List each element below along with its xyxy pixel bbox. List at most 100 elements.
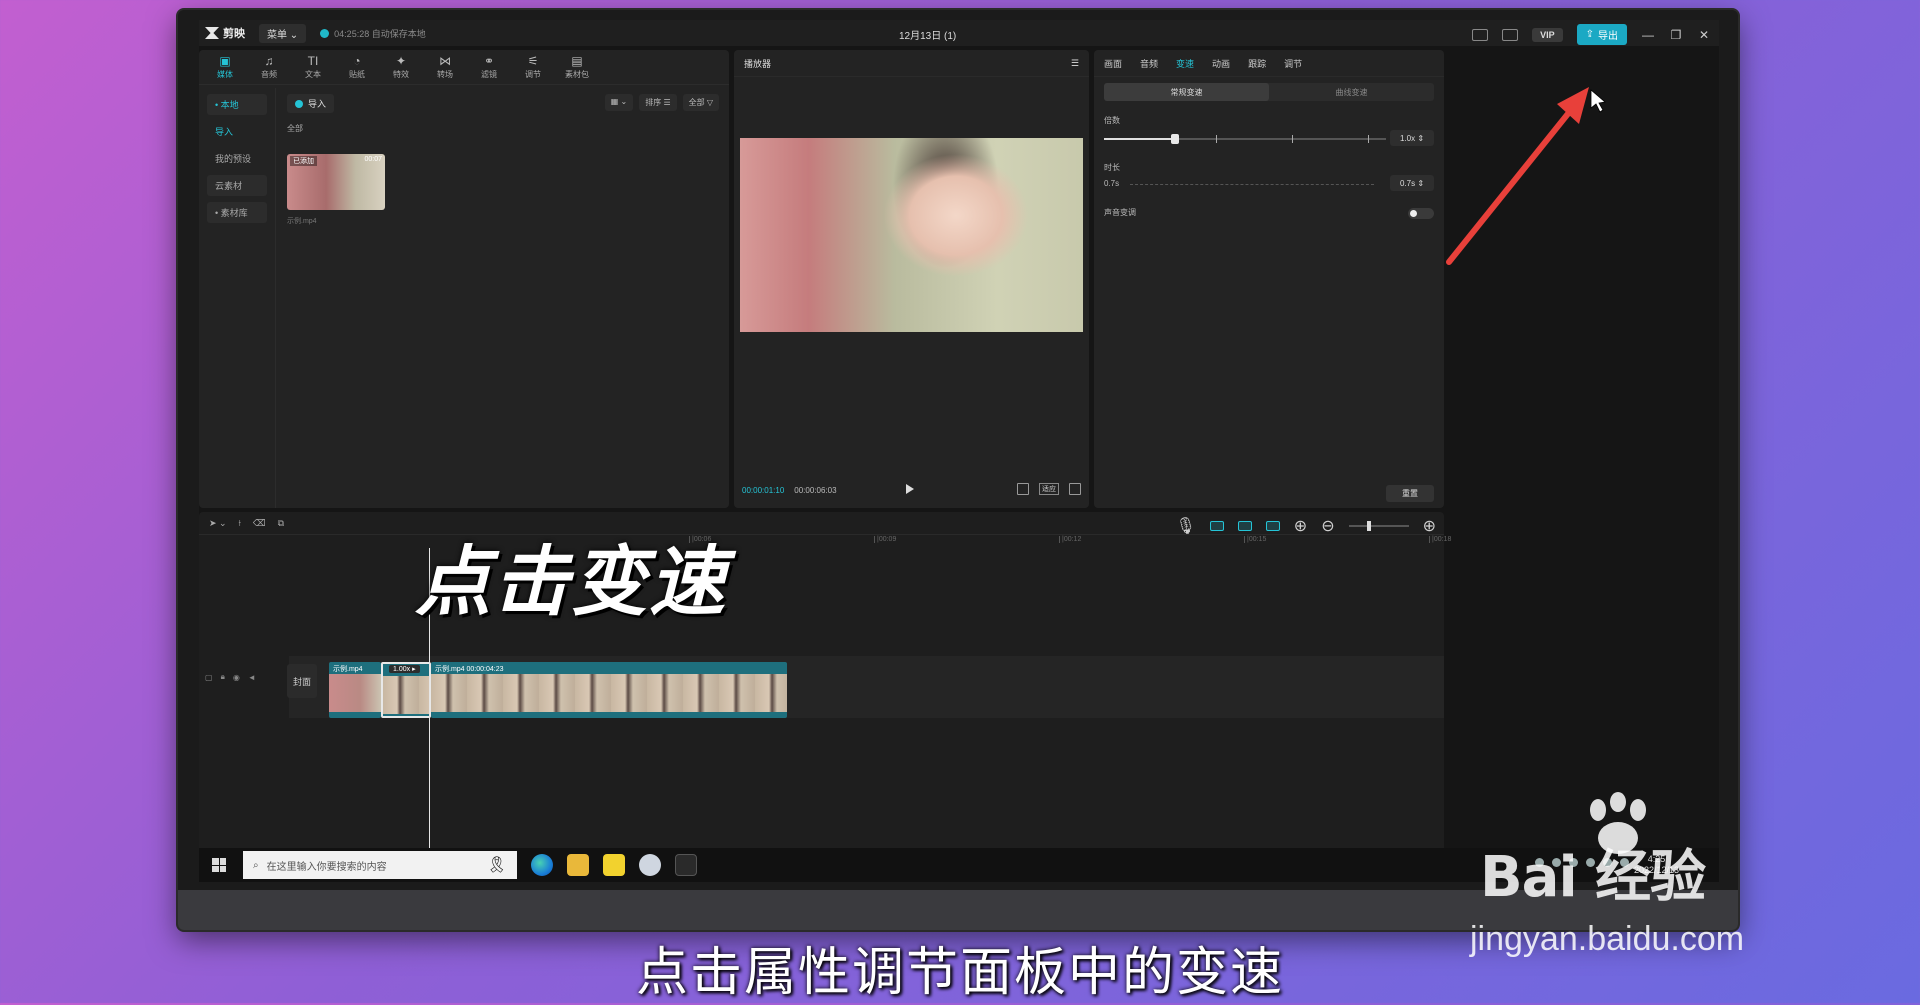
- edge-icon[interactable]: [531, 854, 553, 876]
- video-preview[interactable]: [740, 138, 1083, 332]
- search-placeholder: 在这里输入你要搜索的内容: [266, 861, 387, 873]
- minimize-icon[interactable]: —: [1641, 28, 1655, 42]
- media-thumbnail[interactable]: 已添加 00:07: [287, 154, 385, 210]
- zoom-slider[interactable]: [1348, 521, 1409, 531]
- tool-audio[interactable]: ♫ 音频: [249, 52, 289, 82]
- tool-text[interactable]: TI 文本: [293, 52, 333, 82]
- screenshot-icon[interactable]: [1017, 483, 1029, 495]
- speed-slider-row: 1.0x ⇕: [1104, 130, 1434, 148]
- microphone-icon[interactable]: 🎙: [1175, 516, 1195, 536]
- track-lock-icon[interactable]: ▢: [205, 673, 213, 682]
- preview-axis-icon[interactable]: [1265, 521, 1280, 531]
- clip-frames: [431, 674, 787, 712]
- sticky-notes-icon[interactable]: [603, 854, 625, 876]
- sidebar-item-presets[interactable]: 我的预设: [207, 148, 267, 169]
- filter-button[interactable]: 全部 ▽: [682, 94, 719, 111]
- watermark-url: jingyan.baidu.com: [1470, 920, 1745, 958]
- taskbar-search[interactable]: ⌕ 在这里输入你要搜索的内容 🎗︎: [243, 851, 517, 879]
- speed-mode-toggle: 常规变速 曲线变速: [1104, 83, 1434, 101]
- menu-label: 菜单: [267, 29, 287, 41]
- import-button[interactable]: 导入: [287, 94, 335, 113]
- tool-pack[interactable]: ▤ 素材包: [557, 52, 597, 82]
- tool-filter[interactable]: ⚭ 滤镜: [469, 52, 509, 82]
- import-label: 导入: [308, 99, 327, 109]
- sidebar-item-cloud[interactable]: 云素材: [207, 175, 267, 196]
- fullscreen-icon[interactable]: [1069, 483, 1081, 495]
- added-tag: 已添加: [290, 156, 317, 166]
- clip-1[interactable]: 示例.mp4: [329, 662, 381, 718]
- delete-icon[interactable]: ⌫: [253, 518, 266, 529]
- tool-label: 调节: [525, 69, 541, 79]
- tool-sticker[interactable]: ◔ 贴纸: [337, 52, 377, 82]
- ruler-mark: |00:18: [1429, 536, 1451, 543]
- speed-value: 1.0x: [1399, 133, 1416, 143]
- transition-icon: ⋈: [439, 53, 451, 68]
- cover-button[interactable]: 封面: [287, 664, 317, 698]
- keyboard-icon[interactable]: [1472, 28, 1489, 41]
- tab-speed[interactable]: 变速: [1176, 57, 1194, 70]
- speed-slider-handle[interactable]: [1170, 134, 1179, 144]
- media-icon: ▣: [219, 53, 231, 68]
- sort-button[interactable]: 排序 ☰: [639, 94, 677, 111]
- file-explorer-icon[interactable]: [567, 854, 589, 876]
- capcut-logo-icon: [205, 27, 219, 39]
- add-icon: [295, 99, 303, 108]
- normal-speed-option[interactable]: 常规变速: [1104, 83, 1269, 101]
- restore-icon[interactable]: ❐: [1669, 28, 1683, 42]
- tab-adjust[interactable]: 调节: [1284, 57, 1302, 70]
- clip-3[interactable]: 示例.mp4 00:00:04:23: [431, 662, 787, 718]
- assistant-icon[interactable]: [639, 854, 661, 876]
- grid-view-button[interactable]: ▦ ⌄: [604, 94, 634, 111]
- watermark-brand: Bai 经验: [1480, 845, 1706, 910]
- track-header: ▢ 🔒︎ ◉ ◄: [205, 672, 256, 682]
- tool-media[interactable]: ▣ 媒体: [205, 52, 245, 82]
- tool-adjust[interactable]: ⚟ 调节: [513, 52, 553, 82]
- sidebar-item-import[interactable]: 导入: [207, 121, 267, 142]
- pitch-toggle[interactable]: [1408, 208, 1434, 219]
- audio-icon: ♫: [264, 53, 274, 68]
- share-icon: ⇪: [1585, 29, 1594, 40]
- eye-icon[interactable]: ◉: [233, 673, 240, 682]
- lock-icon[interactable]: 🔒︎: [221, 672, 225, 682]
- crop-icon[interactable]: ⧉: [278, 518, 284, 529]
- duration-value-input[interactable]: 0.7s ⇕: [1390, 175, 1434, 191]
- clip-frames: [383, 676, 429, 714]
- speed-badge: 1.00x ▸: [389, 665, 420, 673]
- align-icon[interactable]: ⊕: [1294, 516, 1307, 536]
- sidebar-item-library[interactable]: • 素材库: [207, 202, 267, 223]
- sidebar-item-local[interactable]: • 本地: [207, 94, 267, 115]
- menu-button[interactable]: 菜单 ⌄: [259, 23, 307, 43]
- split-icon[interactable]: ⟊: [239, 518, 241, 529]
- ruler-mark: |00:09: [874, 536, 896, 543]
- ratio-button[interactable]: 适应: [1039, 483, 1059, 495]
- select-tool-icon[interactable]: ➤ ⌄: [209, 518, 227, 529]
- tool-transition[interactable]: ⋈ 转场: [425, 52, 465, 82]
- vip-button[interactable]: VIP: [1532, 27, 1563, 42]
- zoom-in-icon[interactable]: ⊕: [1423, 516, 1436, 536]
- reset-button[interactable]: 重置: [1386, 485, 1434, 502]
- duration-value: 0.7s: [1399, 178, 1416, 188]
- zoom-out-icon[interactable]: ⊖: [1321, 516, 1334, 536]
- tab-picture[interactable]: 画面: [1104, 57, 1122, 70]
- tool-effects[interactable]: ✦ 特效: [381, 52, 421, 82]
- close-icon[interactable]: ✕: [1697, 28, 1711, 42]
- link-main-icon[interactable]: [1209, 521, 1224, 531]
- clip-selected[interactable]: 1.00x ▸: [381, 662, 431, 718]
- speed-value-input[interactable]: 1.0x ⇕: [1390, 130, 1434, 146]
- export-button[interactable]: ⇪ 导出: [1576, 24, 1627, 45]
- curve-speed-option[interactable]: 曲线变速: [1269, 83, 1434, 101]
- search-icon: ⌕: [253, 859, 259, 871]
- player-menu-icon[interactable]: ☰: [1071, 58, 1079, 69]
- tool-label: 文本: [305, 69, 321, 79]
- start-button[interactable]: [199, 858, 239, 872]
- tab-tracking[interactable]: 跟踪: [1248, 57, 1266, 70]
- text-icon: TI: [307, 53, 319, 68]
- tool-label: 滤镜: [481, 69, 497, 79]
- tab-animation[interactable]: 动画: [1212, 57, 1230, 70]
- link-track-icon[interactable]: [1237, 521, 1252, 531]
- tab-audio[interactable]: 音频: [1140, 57, 1158, 70]
- capcut-taskbar-icon[interactable]: [675, 854, 697, 876]
- play-icon[interactable]: [906, 484, 914, 494]
- speaker-icon[interactable]: ◄: [248, 673, 256, 682]
- layout-icon[interactable]: [1502, 28, 1519, 41]
